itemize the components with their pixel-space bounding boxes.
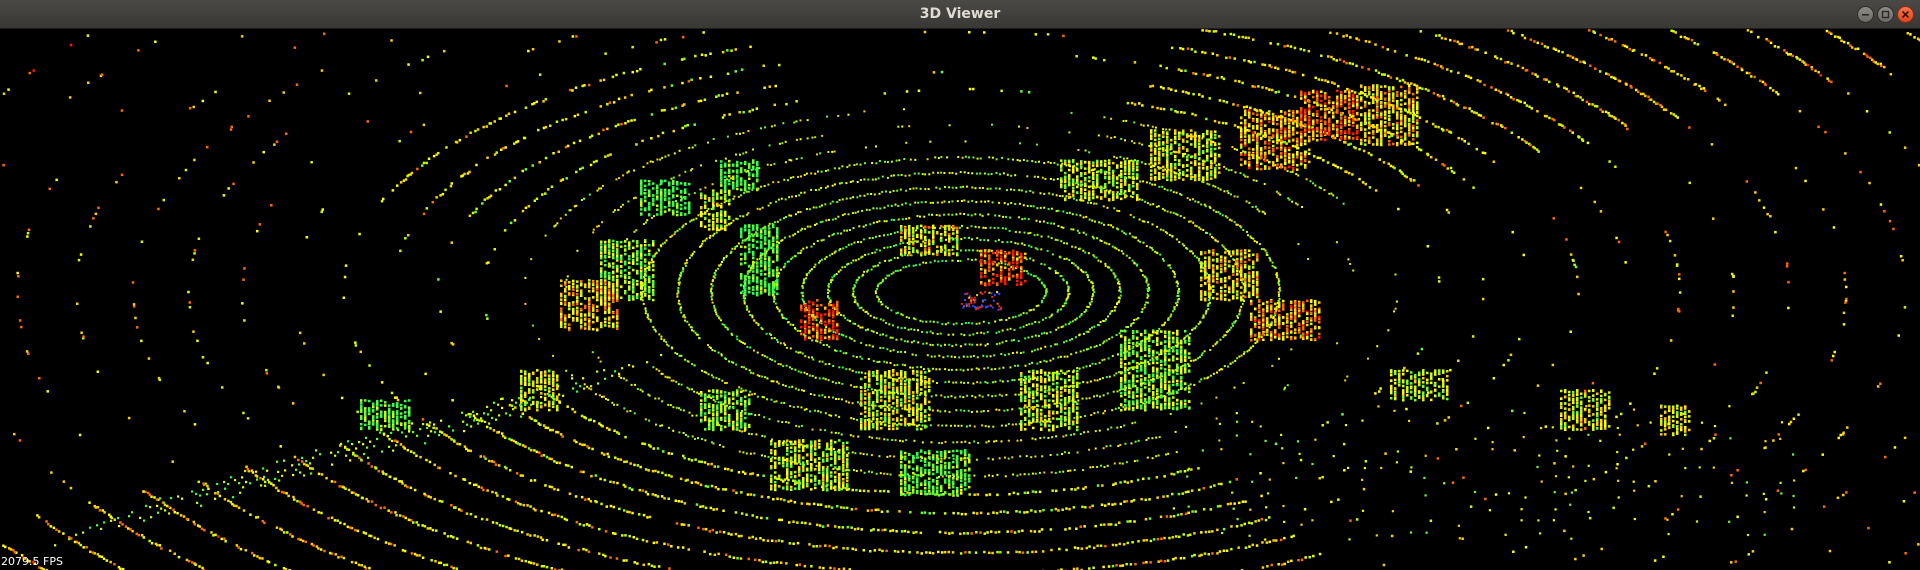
close-button[interactable] <box>1897 6 1914 23</box>
maximize-button[interactable] <box>1877 6 1894 23</box>
viewer-window: 3D Viewer 2079.5 FPS <box>0 0 1920 570</box>
3d-viewport[interactable]: 2079.5 FPS <box>0 29 1920 570</box>
minimize-icon <box>1862 14 1869 16</box>
fps-counter: 2079.5 FPS <box>1 555 63 568</box>
minimize-button[interactable] <box>1857 6 1874 23</box>
title-bar[interactable]: 3D Viewer <box>0 0 1920 29</box>
maximize-icon <box>1881 10 1890 19</box>
window-controls <box>1857 6 1914 24</box>
close-icon <box>1901 10 1910 19</box>
point-cloud[interactable] <box>0 29 1920 570</box>
window-title: 3D Viewer <box>919 6 1001 22</box>
